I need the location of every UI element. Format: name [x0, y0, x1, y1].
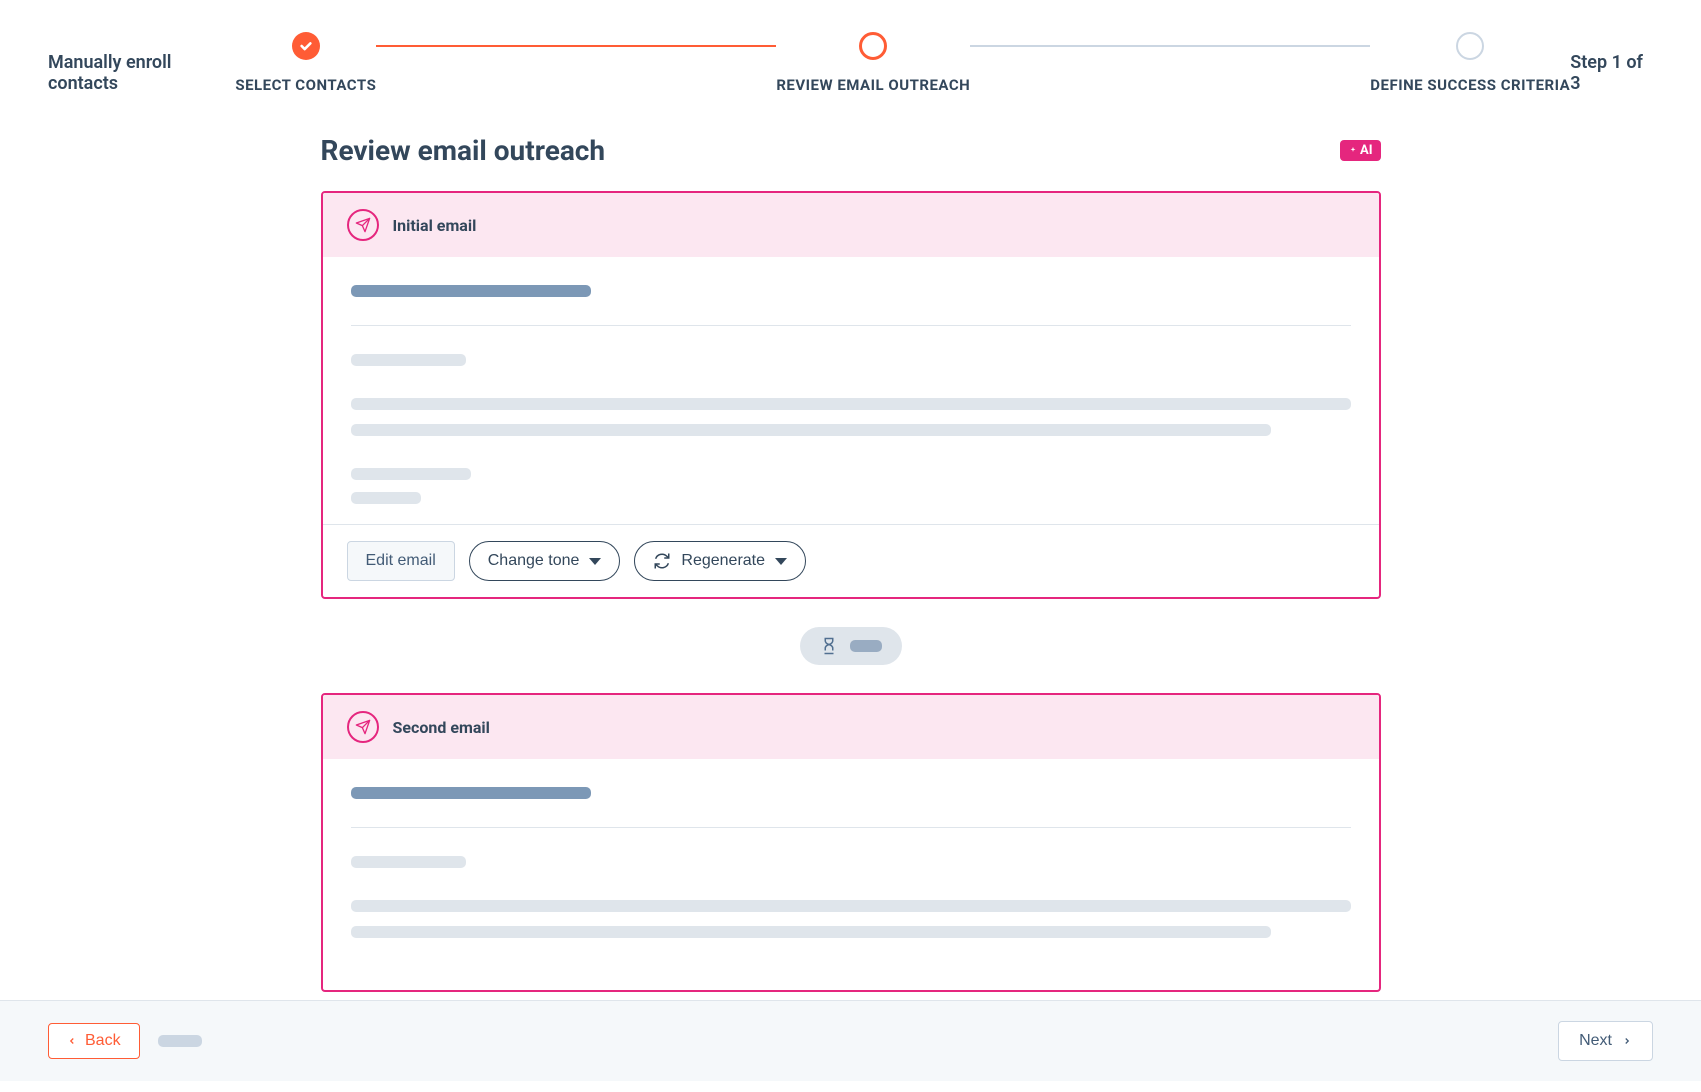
email-card-initial: Initial email Edit email Change tone Reg…	[321, 191, 1381, 599]
divider	[351, 827, 1351, 828]
skeleton-line	[351, 285, 591, 297]
next-button[interactable]: Next	[1558, 1021, 1653, 1061]
skeleton-line	[351, 787, 591, 799]
skeleton-line	[351, 398, 1351, 410]
page-title: Review email outreach	[321, 134, 606, 167]
skeleton-line	[351, 856, 466, 868]
check-icon	[292, 32, 320, 60]
divider	[351, 325, 1351, 326]
email-card-second: Second email	[321, 693, 1381, 992]
regenerate-label: Regenerate	[681, 552, 765, 570]
edit-email-button[interactable]: Edit email	[347, 541, 455, 581]
skeleton-line	[850, 640, 882, 652]
chevron-left-icon	[67, 1036, 77, 1046]
chevron-down-icon	[775, 558, 787, 565]
skeleton-line	[351, 468, 471, 480]
step-label: DEFINE SUCCESS CRITERIA	[1370, 76, 1570, 94]
skeleton-line	[351, 926, 1271, 938]
stepper: SELECT CONTACTS REVIEW EMAIL OUTREACH DE…	[235, 24, 1570, 94]
email-card-header: Second email	[323, 695, 1379, 759]
ai-badge-label: AI	[1360, 143, 1373, 158]
step-select-contacts[interactable]: SELECT CONTACTS	[235, 32, 376, 94]
step-connector	[970, 45, 1370, 47]
change-tone-label: Change tone	[488, 552, 580, 570]
back-button[interactable]: Back	[48, 1023, 140, 1059]
email-actions: Edit email Change tone Regenerate	[323, 524, 1379, 597]
footer-bar: Back Next	[0, 1000, 1701, 1081]
email-body-placeholder	[323, 257, 1379, 524]
email-card-title: Second email	[393, 718, 490, 737]
step-review-outreach[interactable]: REVIEW EMAIL OUTREACH	[776, 32, 970, 94]
skeleton-line	[351, 900, 1351, 912]
regenerate-button[interactable]: Regenerate	[634, 541, 806, 581]
sparkle-icon	[1348, 146, 1358, 156]
send-icon	[347, 711, 379, 743]
chevron-down-icon	[589, 558, 601, 565]
change-tone-button[interactable]: Change tone	[469, 541, 621, 581]
main-content: Review email outreach AI Initial email E…	[321, 134, 1381, 1092]
step-connector	[376, 45, 776, 47]
skeleton-line	[351, 492, 421, 504]
next-label: Next	[1579, 1032, 1612, 1050]
refresh-icon	[653, 552, 671, 570]
step-circle-todo	[1456, 32, 1484, 60]
step-counter: Step 1 of 3	[1570, 24, 1653, 94]
step-define-success[interactable]: DEFINE SUCCESS CRITERIA	[1370, 32, 1570, 94]
email-body-placeholder	[323, 759, 1379, 990]
back-label: Back	[85, 1032, 121, 1050]
header-title: Manually enroll contacts	[48, 24, 235, 94]
hourglass-icon	[820, 637, 838, 655]
email-card-title: Initial email	[393, 216, 477, 235]
chevron-right-icon	[1622, 1036, 1632, 1046]
send-icon	[347, 209, 379, 241]
wizard-header: Manually enroll contacts SELECT CONTACTS…	[0, 0, 1701, 94]
step-circle-current	[859, 32, 887, 60]
skeleton-line	[158, 1035, 202, 1047]
skeleton-line	[351, 424, 1271, 436]
delay-pill[interactable]	[800, 627, 902, 665]
step-label: SELECT CONTACTS	[235, 76, 376, 94]
step-label: REVIEW EMAIL OUTREACH	[776, 76, 970, 94]
skeleton-line	[351, 354, 466, 366]
email-card-header: Initial email	[323, 193, 1379, 257]
ai-badge[interactable]: AI	[1340, 140, 1381, 161]
